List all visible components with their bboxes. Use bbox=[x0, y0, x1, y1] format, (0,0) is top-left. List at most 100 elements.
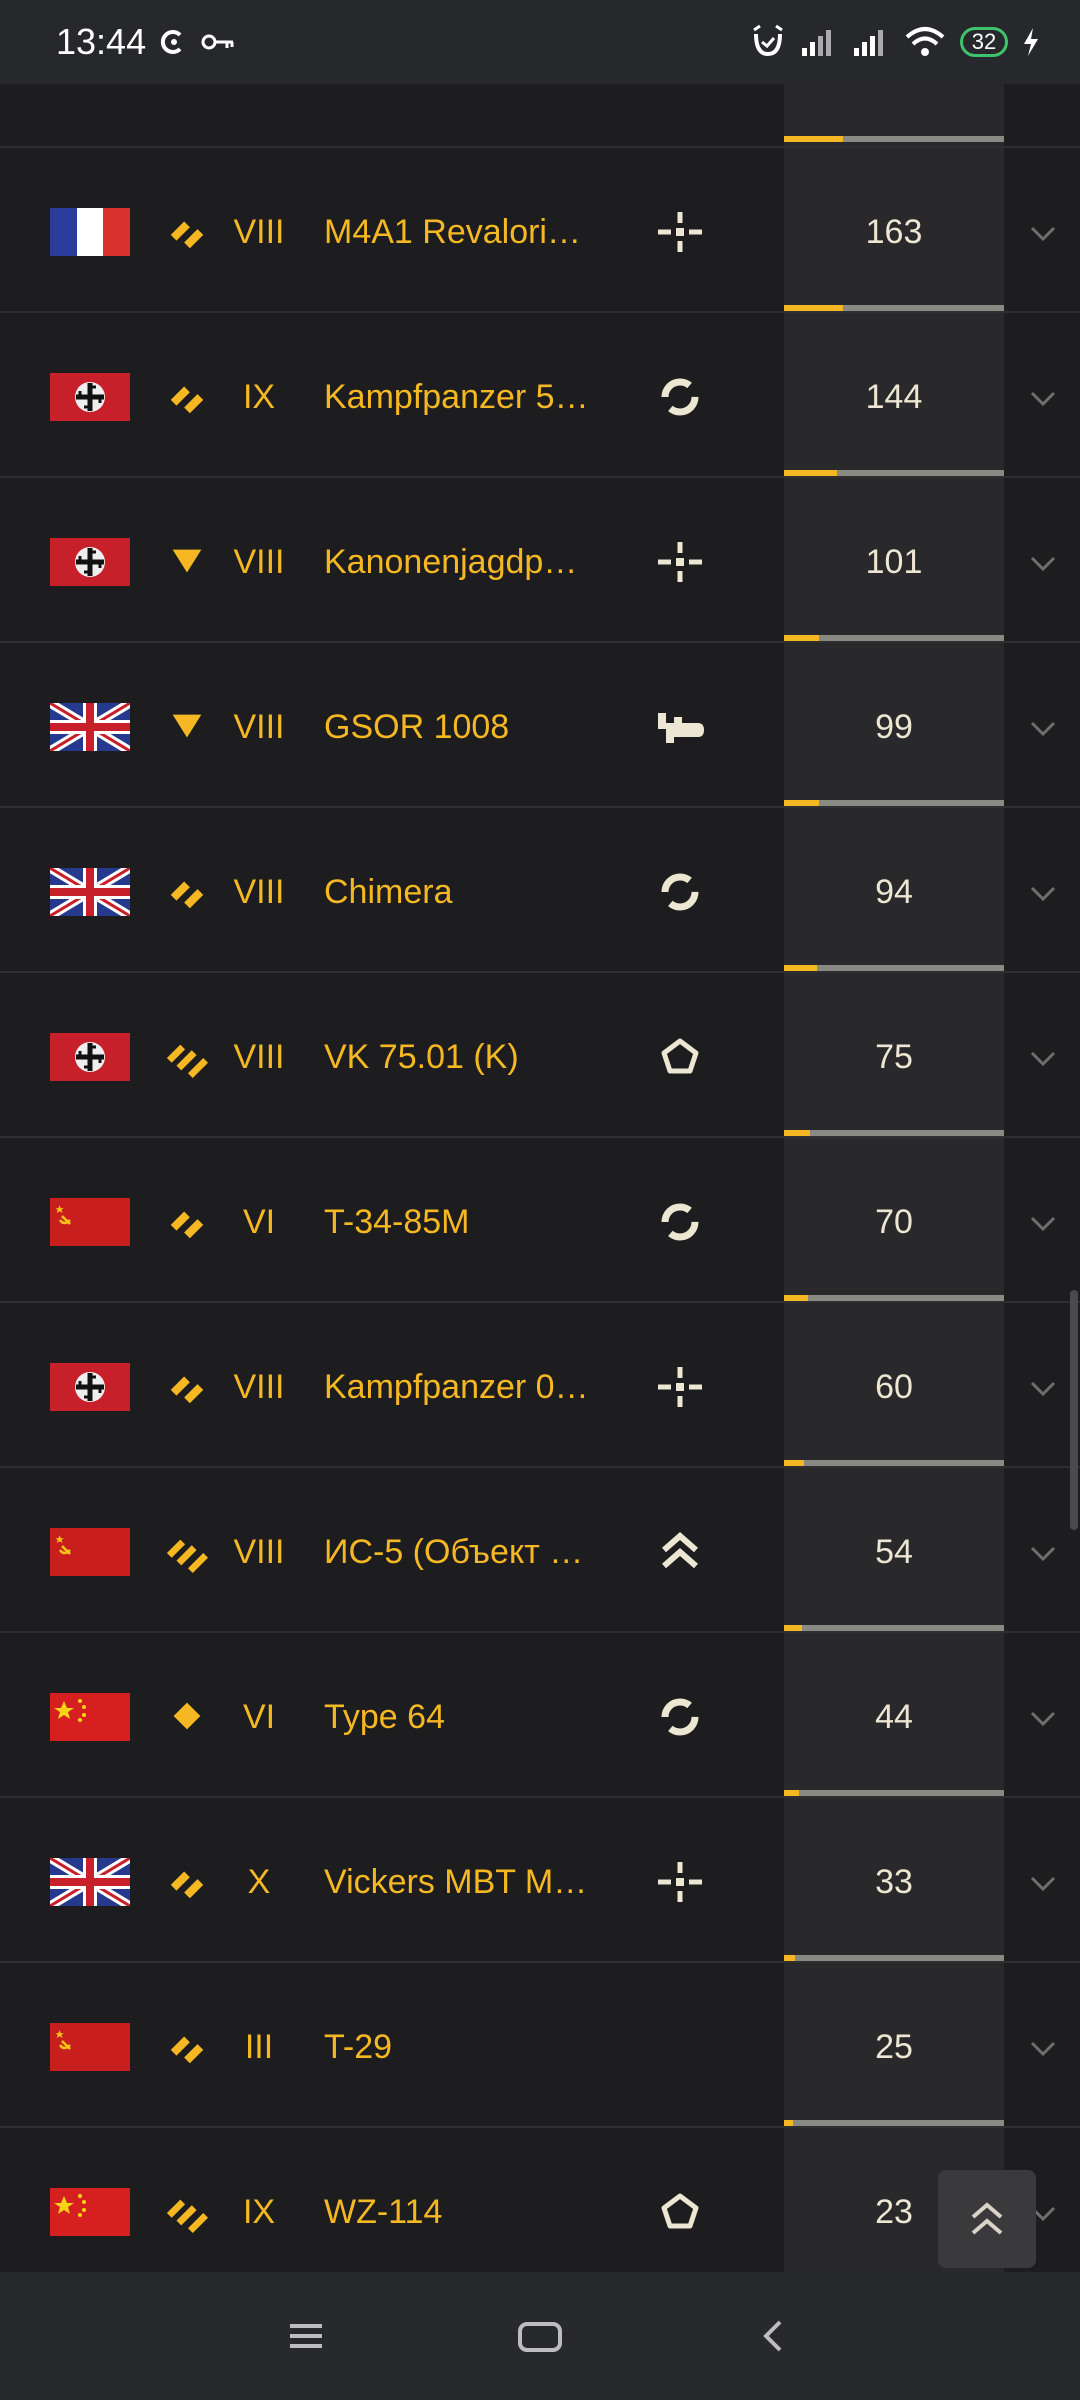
table-row[interactable]: VIII M4A1 Revalori… 163 bbox=[0, 146, 1080, 312]
light-tank-icon bbox=[170, 881, 204, 909]
uk-flag-icon bbox=[50, 868, 130, 916]
heavy-tank-icon bbox=[166, 1539, 209, 1574]
germany-flag-icon bbox=[50, 373, 130, 421]
crosshair-icon bbox=[658, 542, 702, 582]
table-row[interactable]: VIII Kampfpanzer 0… 60 bbox=[0, 1301, 1080, 1467]
battle-count: 25 bbox=[875, 2028, 913, 2066]
battle-count: 75 bbox=[875, 1038, 913, 1076]
chevron-down-icon[interactable] bbox=[1026, 876, 1060, 910]
chevron-down-icon[interactable] bbox=[1026, 711, 1060, 745]
table-row[interactable]: X Vickers MBT M… 33 bbox=[0, 1796, 1080, 1962]
chevron-down-icon[interactable] bbox=[1026, 1041, 1060, 1075]
heavy-tank-icon bbox=[166, 1044, 209, 1079]
tier-label: VIII bbox=[233, 543, 285, 581]
vehicle-name: Chimera bbox=[324, 873, 453, 911]
tier-label: VIII bbox=[233, 1533, 285, 1571]
heavy-tank-icon bbox=[166, 2199, 209, 2234]
tank-destroyer-icon bbox=[172, 549, 202, 573]
table-row[interactable]: IX Kampfpanzer 5… 144 bbox=[0, 311, 1080, 477]
vehicle-name: T-34-85M bbox=[324, 1203, 470, 1241]
charging-icon bbox=[1024, 28, 1038, 56]
ussr-flag-icon bbox=[50, 2023, 130, 2071]
vehicle-name: Kanonenjagdp… bbox=[324, 543, 578, 581]
vehicle-name: T-29 bbox=[324, 2028, 393, 2066]
tier-label: IX bbox=[242, 2193, 276, 2231]
battle-count: 44 bbox=[875, 1698, 913, 1736]
chevron-down-icon[interactable] bbox=[1026, 1371, 1060, 1405]
vehicle-name: WZ-114 bbox=[324, 2193, 443, 2231]
table-row[interactable]: VI T-34-85M 70 bbox=[0, 1136, 1080, 1302]
france-flag-icon bbox=[50, 208, 130, 256]
light-tank-icon bbox=[170, 1211, 204, 1239]
chevron-down-icon[interactable] bbox=[1026, 1866, 1060, 1900]
cycle-icon bbox=[661, 1698, 699, 1736]
battle-count: 70 bbox=[875, 1203, 913, 1241]
table-row[interactable]: VIII GSOR 1008 99 bbox=[0, 641, 1080, 807]
menu-icon[interactable] bbox=[278, 2308, 334, 2364]
pentagon-icon bbox=[661, 1038, 699, 1074]
chevron-down-icon[interactable] bbox=[1026, 381, 1060, 415]
china-flag-icon bbox=[50, 1693, 130, 1741]
tier-label: IX bbox=[242, 378, 276, 416]
table-row[interactable]: VIII Chimera 94 bbox=[0, 806, 1080, 972]
light-tank-icon bbox=[170, 1376, 204, 1404]
gun-icon bbox=[658, 713, 704, 743]
home-icon[interactable] bbox=[512, 2308, 568, 2364]
light-tank-icon bbox=[170, 221, 204, 249]
navigation-bar bbox=[0, 2272, 1080, 2400]
uk-flag-icon bbox=[50, 703, 130, 751]
battle-count: 33 bbox=[875, 1863, 913, 1901]
vehicle-name: Type 64 bbox=[324, 1698, 445, 1736]
vehicle-name: Kampfpanzer 0… bbox=[324, 1368, 584, 1406]
table-row[interactable]: III T-29 25 bbox=[0, 1961, 1080, 2127]
battle-count: 144 bbox=[865, 378, 923, 416]
chevron-down-icon[interactable] bbox=[1026, 2031, 1060, 2065]
table-row[interactable]: VIII Kanonenjagdp… 101 bbox=[0, 476, 1080, 642]
table-row[interactable]: VIII ИС-5 (Объект … 54 bbox=[0, 1466, 1080, 1632]
tier-label: VI bbox=[242, 1698, 276, 1736]
status-bar: 13:44 32 bbox=[0, 0, 1080, 84]
wifi-icon bbox=[905, 27, 945, 56]
status-time: 13:44 bbox=[56, 21, 147, 62]
battle-count: 60 bbox=[875, 1368, 913, 1406]
china-flag-icon bbox=[50, 2188, 130, 2236]
cycle-icon bbox=[661, 873, 699, 911]
table-row[interactable]: VI Type 64 44 bbox=[0, 1631, 1080, 1797]
battle-count: 54 bbox=[875, 1533, 913, 1571]
vehicle-name: Kampfpanzer 5… bbox=[324, 378, 584, 416]
uk-flag-icon bbox=[50, 1858, 130, 1906]
battle-count: 163 bbox=[865, 213, 923, 251]
battery-indicator: 32 bbox=[960, 27, 1008, 57]
crosshair-icon bbox=[658, 1862, 702, 1902]
signal-icon bbox=[802, 30, 831, 56]
tier-label: VIII bbox=[233, 1368, 285, 1406]
chevron-down-icon[interactable] bbox=[1026, 216, 1060, 250]
light-tank-icon bbox=[170, 1871, 204, 1899]
ussr-flag-icon bbox=[50, 1528, 130, 1576]
battle-count: 99 bbox=[875, 708, 913, 746]
chevron-up-icon bbox=[662, 1532, 698, 1569]
alarm-icon bbox=[753, 24, 783, 57]
tier-label: VIII bbox=[233, 213, 285, 251]
sync-icon bbox=[160, 30, 182, 54]
light-tank-icon bbox=[170, 386, 204, 414]
germany-flag-icon bbox=[50, 538, 130, 586]
scrollbar-thumb[interactable] bbox=[1070, 1290, 1078, 1530]
chevron-down-icon[interactable] bbox=[1026, 1206, 1060, 1240]
vehicle-name: ИС-5 (Объект … bbox=[324, 1533, 584, 1571]
tier-label: VI bbox=[242, 1203, 276, 1241]
table-row[interactable]: IX WZ-114 23 bbox=[0, 2126, 1080, 2272]
back-icon[interactable] bbox=[746, 2308, 802, 2364]
battle-count: 101 bbox=[865, 543, 923, 581]
light-tank-icon bbox=[170, 2036, 204, 2064]
chevron-down-icon[interactable] bbox=[1026, 1536, 1060, 1570]
scroll-to-top-button[interactable] bbox=[938, 2170, 1036, 2268]
vehicle-name: Vickers MBT M… bbox=[324, 1863, 584, 1901]
chevron-down-icon[interactable] bbox=[1026, 1701, 1060, 1735]
crosshair-icon bbox=[658, 212, 702, 252]
double-chevron-up-icon bbox=[971, 2202, 1003, 2235]
vehicle-list[interactable]: VIII M4A1 Revalori… 163 IX Kampfpanzer 5… 144… bbox=[0, 84, 1080, 2272]
tier-label: X bbox=[247, 1863, 271, 1901]
chevron-down-icon[interactable] bbox=[1026, 546, 1060, 580]
table-row[interactable]: VIII VK 75.01 (K) 75 bbox=[0, 971, 1080, 1137]
